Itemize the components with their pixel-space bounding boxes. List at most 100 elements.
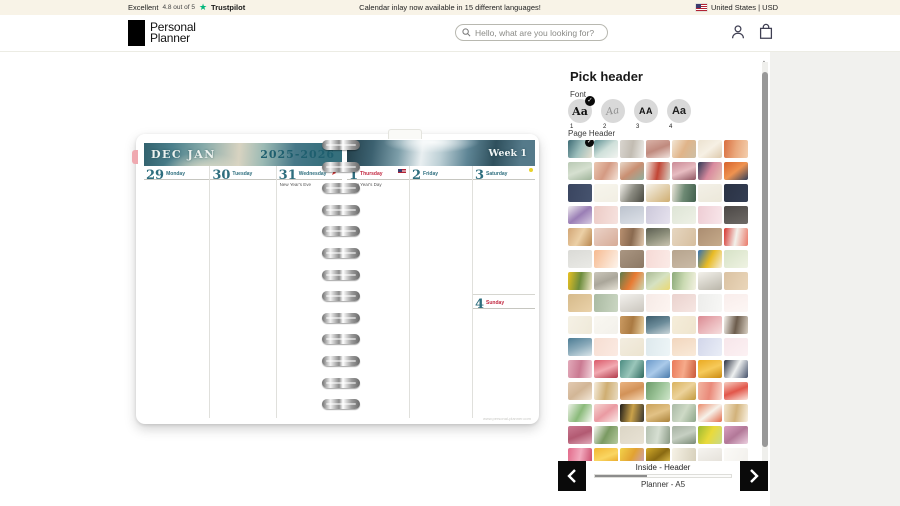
header-thumbnail[interactable] [620,250,644,268]
header-thumbnail[interactable] [672,382,696,400]
header-thumbnail[interactable] [620,426,644,444]
header-thumbnail[interactable] [724,272,748,290]
header-thumbnail[interactable] [724,448,748,461]
right-page-header-band[interactable]: Week 1 [347,140,535,166]
header-thumbnail[interactable] [672,360,696,378]
header-thumbnail[interactable] [594,360,618,378]
header-thumbnail[interactable] [724,228,748,246]
header-thumbnail[interactable] [698,294,722,312]
font-option-2[interactable]: Aa2 [601,99,625,130]
header-thumbnail[interactable] [646,184,670,202]
header-thumbnail[interactable] [568,360,592,378]
header-thumbnail[interactable] [620,206,644,224]
header-thumbnail[interactable] [620,360,644,378]
header-thumbnail[interactable] [620,338,644,356]
header-thumbnail[interactable] [620,294,644,312]
header-thumbnail[interactable] [672,404,696,422]
header-thumbnail[interactable] [724,360,748,378]
header-thumbnail[interactable] [594,272,618,290]
header-thumbnail[interactable] [646,338,670,356]
header-thumbnail[interactable] [672,184,696,202]
header-thumbnail[interactable] [724,382,748,400]
header-thumbnail[interactable] [594,426,618,444]
header-thumbnail[interactable] [620,272,644,290]
previous-step-button[interactable] [558,461,586,491]
header-thumbnail[interactable] [672,206,696,224]
header-thumbnail[interactable] [646,228,670,246]
header-thumbnail[interactable] [672,448,696,461]
header-thumbnail[interactable] [594,316,618,334]
header-thumbnail[interactable] [646,140,670,158]
header-thumbnail[interactable] [620,382,644,400]
header-thumbnail[interactable] [620,140,644,158]
header-thumbnail[interactable] [594,162,618,180]
cart-bag-icon[interactable] [757,23,775,41]
left-page-header-band[interactable]: DEC JAN 2025-2026 [144,143,342,166]
header-thumbnail[interactable] [724,250,748,268]
header-thumbnail[interactable] [698,250,722,268]
header-thumbnail[interactable] [568,338,592,356]
header-thumbnail[interactable] [594,338,618,356]
header-thumbnail[interactable] [698,404,722,422]
header-thumbnail[interactable] [646,162,670,180]
header-thumbnail[interactable] [698,162,722,180]
header-thumbnail[interactable] [698,360,722,378]
header-thumbnail[interactable] [646,272,670,290]
header-thumbnail[interactable] [594,294,618,312]
header-thumbnail[interactable] [646,382,670,400]
header-thumbnail[interactable] [568,228,592,246]
header-thumbnail[interactable] [672,162,696,180]
header-thumbnail[interactable] [646,250,670,268]
logo[interactable]: Personal Planner [128,20,196,46]
header-thumbnail[interactable] [646,316,670,334]
header-thumbnail[interactable] [646,360,670,378]
search-bar[interactable] [455,24,608,41]
header-thumbnail[interactable] [672,426,696,444]
header-thumbnail[interactable] [724,404,748,422]
header-thumbnail[interactable] [672,272,696,290]
header-thumbnail[interactable] [568,272,592,290]
header-thumbnail[interactable] [568,250,592,268]
header-thumbnail[interactable] [698,448,722,461]
header-thumbnail[interactable] [698,316,722,334]
header-thumbnail[interactable] [724,140,748,158]
header-thumbnail[interactable] [646,404,670,422]
header-thumbnail[interactable] [724,162,748,180]
header-thumbnail[interactable] [594,404,618,422]
header-thumbnail[interactable] [568,448,592,461]
header-thumbnail[interactable] [698,382,722,400]
header-thumbnail[interactable] [698,228,722,246]
header-thumbnail[interactable] [672,338,696,356]
header-thumbnail[interactable] [620,184,644,202]
header-thumbnail[interactable] [646,294,670,312]
header-thumbnail[interactable] [620,228,644,246]
header-thumbnail[interactable] [620,404,644,422]
header-thumbnail[interactable] [672,228,696,246]
header-thumbnail[interactable] [724,426,748,444]
header-thumbnail[interactable] [568,382,592,400]
header-thumbnail[interactable] [568,404,592,422]
header-thumbnail[interactable] [594,228,618,246]
header-thumbnail[interactable] [698,140,722,158]
header-thumbnail[interactable] [594,184,618,202]
header-thumbnail[interactable] [646,426,670,444]
header-thumbnail[interactable] [594,448,618,461]
header-thumbnail[interactable] [724,316,748,334]
header-thumbnail[interactable] [672,140,696,158]
header-thumbnail[interactable] [620,162,644,180]
header-thumbnail[interactable] [594,382,618,400]
account-icon[interactable] [729,23,747,41]
header-thumbnail[interactable] [724,338,748,356]
header-thumbnail[interactable] [568,316,592,334]
panel-scrollbar-thumb[interactable] [762,72,768,447]
header-thumbnail[interactable] [568,426,592,444]
header-thumbnail[interactable] [698,272,722,290]
header-thumbnail[interactable] [698,426,722,444]
header-thumbnail[interactable] [620,448,644,461]
header-thumbnail[interactable] [594,206,618,224]
header-thumbnail[interactable] [568,206,592,224]
header-thumbnail[interactable] [594,140,618,158]
header-thumbnail[interactable] [568,184,592,202]
header-thumbnail[interactable] [646,448,670,461]
header-thumbnail[interactable] [594,250,618,268]
